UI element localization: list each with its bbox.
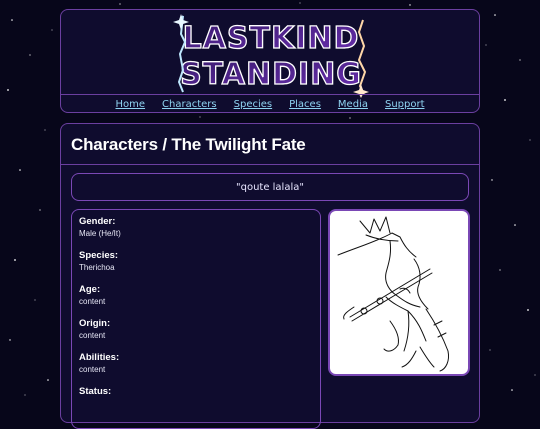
character-quote: "qoute lalala" [71,173,469,201]
nav-places-link[interactable]: Places [289,99,321,110]
nav-support-link[interactable]: Support [385,99,425,110]
character-panel: Characters / The Twilight Fate "qoute la… [60,123,480,429]
field-value: content [79,331,106,340]
field-value: content [79,297,106,306]
field-label: Species: [79,250,119,261]
field-label: Status: [79,386,112,397]
site-header: LASTKIND STANDING Home Characters Specie… [60,9,480,113]
info-field-status: Status: [79,386,313,398]
svg-text:STANDING: STANDING [180,57,362,92]
character-portrait[interactable] [328,209,470,376]
character-info-box: Gender: Male (He/It) Species: Therichoa … [71,209,321,429]
svg-text:LASTKIND: LASTKIND [183,21,360,56]
info-field-gender: Gender: Male (He/It) [79,216,313,240]
nav-home-link[interactable]: Home [116,99,146,110]
field-label: Origin: [79,318,111,329]
nav-characters-link[interactable]: Characters [162,99,217,110]
site-logo[interactable]: LASTKIND STANDING [171,12,371,98]
character-sketch-image [337,216,449,372]
nav-media-link[interactable]: Media [338,99,368,110]
title-divider [61,164,479,165]
field-label: Age: [79,284,101,295]
info-field-origin: Origin: content [79,318,313,342]
field-value: Male (He/It) [79,229,121,238]
info-field-species: Species: Therichoa [79,250,313,274]
main-nav: Home Characters Species Places Media Sup… [61,94,479,113]
field-label: Gender: [79,216,116,227]
field-value: Therichoa [79,263,115,272]
info-field-abilities: Abilities: content [79,352,313,376]
page-title: Characters / The Twilight Fate [71,135,306,154]
field-label: Abilities: [79,352,120,363]
nav-species-link[interactable]: Species [234,99,273,110]
info-field-age: Age: content [79,284,313,308]
field-value: content [79,365,106,374]
